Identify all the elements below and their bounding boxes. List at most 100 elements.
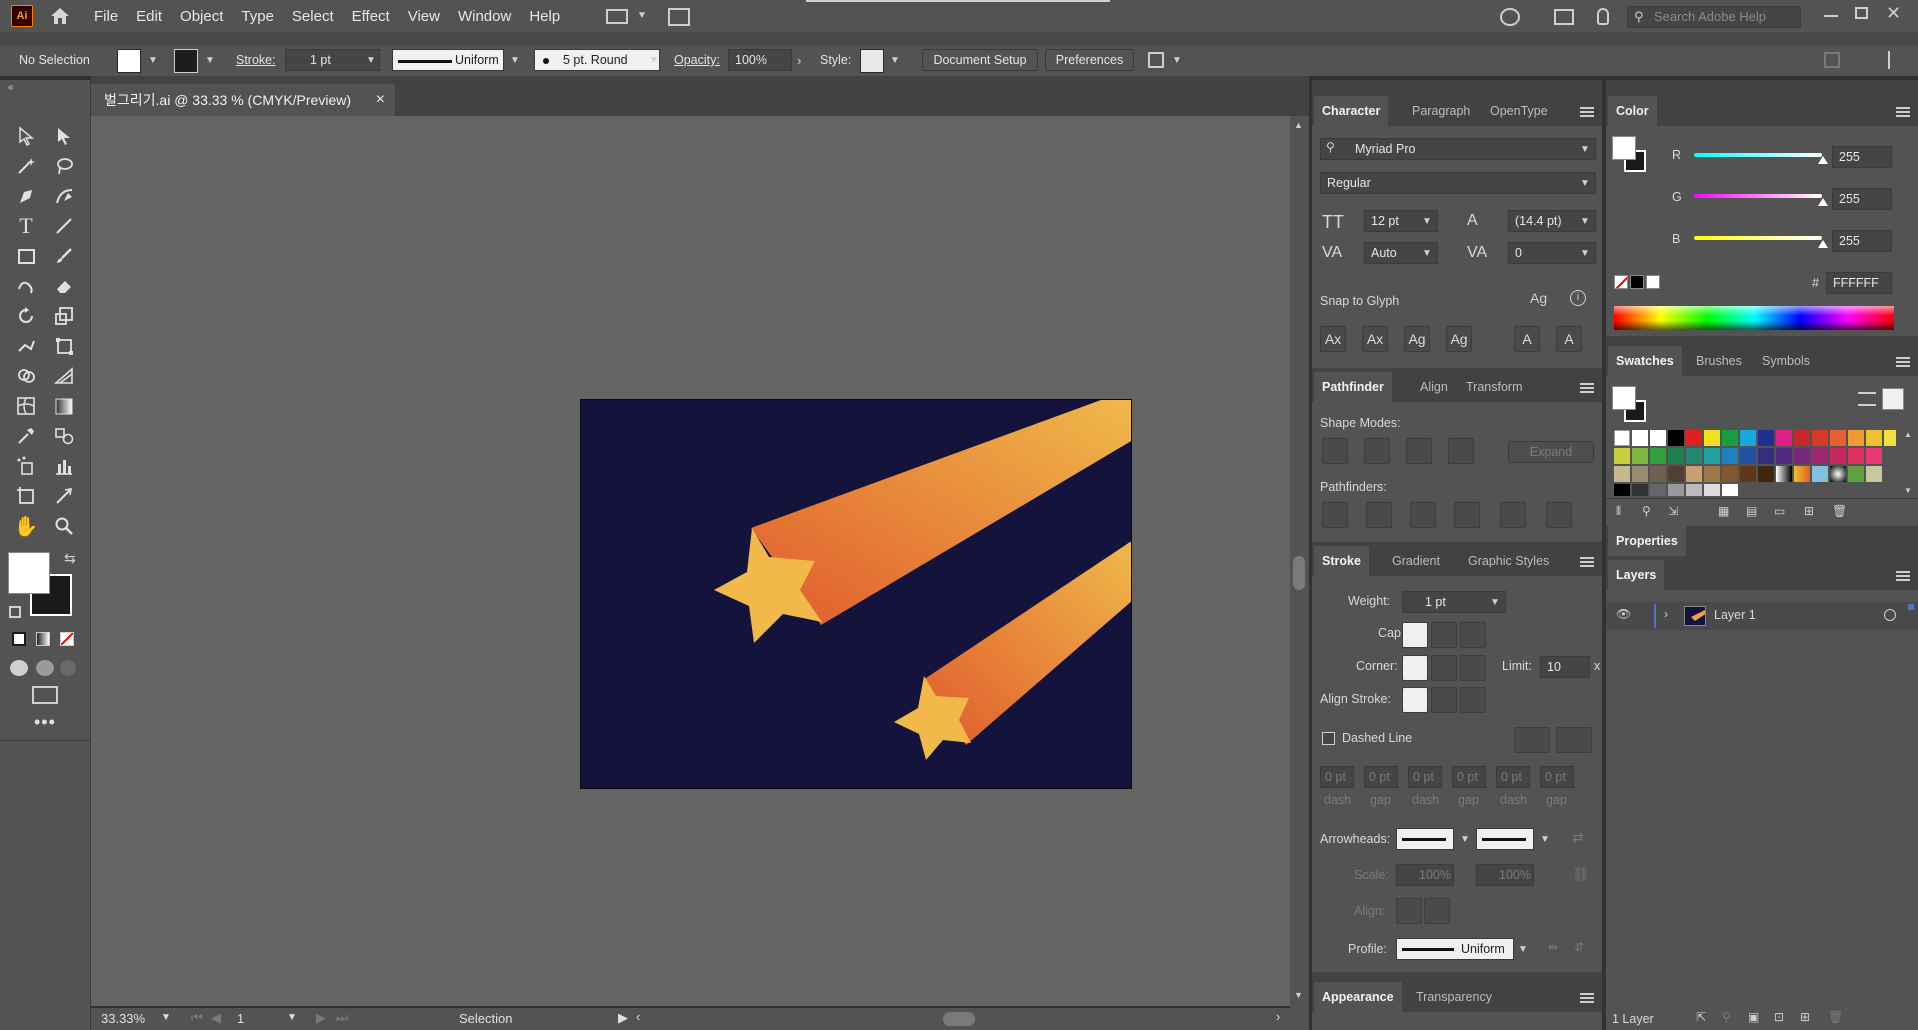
zoom-level[interactable]: 33.33% [101,1011,145,1026]
scale-field-2[interactable]: 100% [1476,864,1534,886]
swap-arrowheads-icon[interactable]: ⇄ [1572,829,1584,846]
search-input[interactable]: ⚲ Search Adobe Help [1627,6,1801,28]
swatch[interactable] [1686,484,1702,496]
tab-pathfinder[interactable]: Pathfinder [1314,372,1392,402]
gap-field-1[interactable]: 0 pt [1364,766,1398,788]
exclude-icon[interactable] [1448,438,1474,464]
symbol-sprayer-tool-icon[interactable] [12,452,40,480]
lasso-tool-icon[interactable] [50,152,78,180]
fill-color-box[interactable] [8,552,50,594]
bevel-join-icon[interactable] [1460,655,1486,681]
b-value-field[interactable]: 255 [1832,230,1892,252]
butt-cap-icon[interactable] [1402,622,1428,648]
swatch[interactable] [1848,448,1864,464]
preferences-button[interactable]: Preferences [1045,49,1134,71]
crop-icon[interactable] [1454,502,1480,528]
scroll-up-icon[interactable]: ▲ [1294,120,1303,130]
dashed-line-label[interactable]: Dashed Line [1342,731,1412,745]
swatch-options-icon[interactable]: ▤ [1746,504,1757,518]
menu-edit[interactable]: Edit [127,8,171,25]
status-menu-icon[interactable]: ▶ [618,1010,628,1026]
style-swatch[interactable] [860,49,884,73]
dashed-line-checkbox[interactable] [1322,732,1335,745]
swatch[interactable] [1668,430,1684,446]
none-mode-icon[interactable] [60,632,74,646]
first-artboard-icon[interactable]: ⏮ [191,1010,203,1026]
swatch[interactable] [1668,484,1684,496]
curvature-tool-icon[interactable] [50,182,78,210]
swatch[interactable] [1704,448,1720,464]
draw-inside-icon[interactable] [60,660,76,676]
lightbulb-icon[interactable] [1597,8,1609,25]
b-slider[interactable] [1694,236,1822,240]
swatch[interactable] [1758,430,1774,446]
swatch[interactable] [1668,448,1684,464]
gradient-mode-icon[interactable] [36,632,50,646]
swatch[interactable] [1632,484,1648,496]
layers-menu-icon[interactable] [1896,571,1910,581]
tab-layers[interactable]: Layers [1608,560,1665,590]
merge-icon[interactable] [1410,502,1436,528]
draw-normal-icon[interactable] [10,660,28,676]
r-slider[interactable] [1694,153,1822,157]
minus-back-icon[interactable] [1546,502,1572,528]
panel-menu-icon[interactable] [1580,107,1594,117]
restore-icon[interactable] [1855,7,1868,19]
g-value-field[interactable]: 255 [1832,188,1892,210]
tab-paragraph[interactable]: Paragraph [1412,96,1470,126]
magic-wand-tool-icon[interactable] [12,152,40,180]
menu-effect[interactable]: Effect [343,8,399,25]
font-size-chevron-icon[interactable]: ▼ [1422,216,1432,227]
export-assets-icon[interactable]: ⇱ [1696,1010,1706,1024]
swatch[interactable] [1614,448,1630,464]
swatch[interactable] [1632,430,1648,446]
info-icon[interactable]: i [1570,290,1586,306]
locate-object-icon[interactable]: ⚲ [1722,1010,1731,1024]
arrowhead-end-chevron-icon[interactable]: ▼ [1540,834,1550,845]
swatch[interactable] [1794,466,1810,482]
gradient-tool-icon[interactable] [50,392,78,420]
stroke-label[interactable]: Stroke: [236,53,276,67]
paintbrush-tool-icon[interactable] [50,242,78,270]
line-tool-icon[interactable] [50,212,78,240]
kerning-chevron-icon[interactable]: ▼ [1422,248,1432,259]
document-setup-button[interactable]: Document Setup [922,49,1038,71]
swatch[interactable] [1704,430,1720,446]
layer-target-icon[interactable] [1884,609,1896,621]
brush-field[interactable]: 5 pt. Round [534,49,660,71]
type-tool-icon[interactable]: T [12,212,40,240]
layer-row[interactable]: 👁 › Layer 1 [1606,602,1918,630]
swatch[interactable] [1614,466,1630,482]
limit-field[interactable]: 10 [1540,656,1590,678]
g-slider-thumb[interactable] [1818,198,1828,206]
vertical-scrollbar[interactable]: ▲ ▼ [1290,116,1309,1008]
swatch[interactable] [1794,430,1810,446]
menu-view[interactable]: View [399,8,449,25]
delete-swatch-icon[interactable]: 🗑 [1832,504,1847,518]
swatch[interactable] [1740,466,1756,482]
artboard[interactable] [580,399,1132,789]
opacity-label[interactable]: Opacity: [674,53,720,67]
swatch[interactable] [1758,466,1774,482]
align-inside-stroke-icon[interactable] [1431,687,1457,713]
menu-window[interactable]: Window [449,8,520,25]
arrange-chevron-icon[interactable]: ▼ [1172,55,1182,66]
swatch[interactable] [1776,430,1792,446]
swatch[interactable] [1614,430,1630,446]
none-swatch[interactable] [1614,275,1628,289]
default-colors-icon[interactable] [9,606,21,618]
round-cap-icon[interactable] [1431,622,1457,648]
black-swatch[interactable] [1630,275,1644,289]
swatch[interactable] [1830,466,1846,482]
canvas[interactable] [91,116,1309,1006]
screen-mode-icon[interactable] [32,686,58,704]
list-view-icon[interactable] [1858,392,1876,406]
align-outside-stroke-icon[interactable] [1460,687,1486,713]
appearance-menu-icon[interactable] [1580,993,1594,1003]
swatch[interactable] [1686,466,1702,482]
tab-transparency[interactable]: Transparency [1416,982,1492,1012]
unite-icon[interactable] [1322,438,1348,464]
swatch-kind-icon[interactable]: ⚲ [1642,504,1651,518]
tab-transform[interactable]: Transform [1466,372,1523,402]
swatch[interactable] [1866,466,1882,482]
